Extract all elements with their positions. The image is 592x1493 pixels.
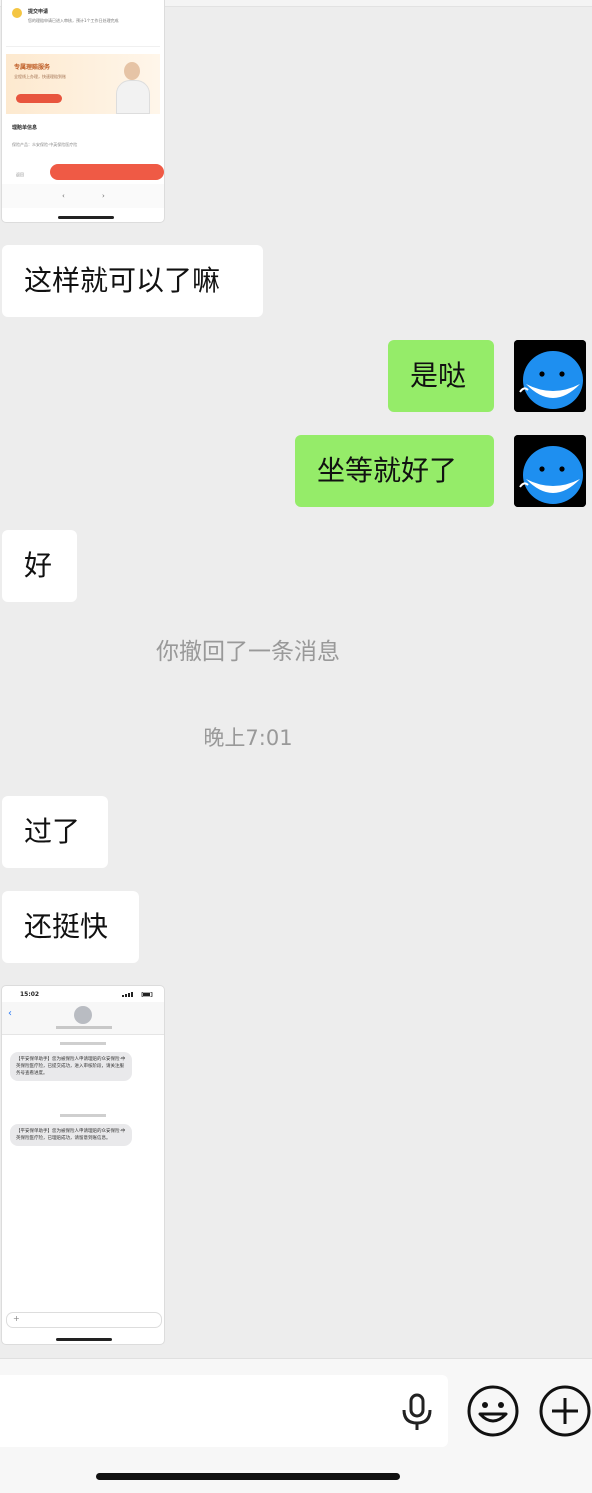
person-illustration-icon bbox=[112, 60, 152, 114]
home-indicator bbox=[96, 1473, 400, 1480]
thumb-sms-input: + bbox=[6, 1312, 162, 1328]
thumb-prev-icon: ‹ bbox=[62, 192, 65, 200]
thumb-submit-button bbox=[50, 164, 164, 180]
contact-avatar-icon bbox=[74, 1006, 92, 1024]
thumb-next-icon: › bbox=[102, 192, 105, 200]
notice-dot-icon bbox=[12, 8, 22, 18]
thumb-banner: 专属理赔服务 全程线上办理，快速理赔到账 bbox=[6, 54, 160, 114]
thumb-sender-number bbox=[56, 1026, 112, 1029]
thumb-home-indicator bbox=[56, 1338, 112, 1341]
thumb-card-text: 您的理赔申请已进入审核，预计1个工作日处理完成 bbox=[28, 18, 119, 23]
thumb-banner-button bbox=[16, 94, 62, 103]
message-bubble-other[interactable]: 过了 bbox=[2, 796, 108, 868]
message-bubble-other[interactable]: 好 bbox=[2, 530, 77, 602]
thumb-sms-message: 【平安保单助手】您为被保险人申请理赔的众安保险·中英保险医疗险，已理赔成功，请留… bbox=[10, 1124, 132, 1146]
chat-input-bar bbox=[0, 1358, 592, 1493]
message-bubble-self[interactable]: 是哒 bbox=[388, 340, 494, 412]
thumb-card-title: 提交申请 bbox=[28, 9, 49, 15]
thumb-status-bar: 15:02 bbox=[2, 986, 164, 1002]
thumb-left-label: 返回 bbox=[16, 172, 24, 177]
signal-battery-icon bbox=[122, 992, 153, 997]
thumb-sms-header: ‹ bbox=[2, 1002, 164, 1035]
whale-avatar-icon[interactable] bbox=[514, 435, 586, 507]
thumb-status-time: 15:02 bbox=[20, 991, 40, 998]
add-icon[interactable] bbox=[538, 1384, 592, 1438]
thumb-notice-card: 提交申请 您的理赔申请已进入审核，预计1个工作日处理完成 bbox=[6, 2, 160, 47]
thumb-date-divider bbox=[60, 1114, 106, 1117]
message-bubble-other[interactable]: 还挺快 bbox=[2, 891, 139, 963]
image-message-sms-screenshot[interactable]: 15:02 ‹ 【平安保单助手】您为被保险人申请理赔的众安保险·中英保险医疗险，… bbox=[2, 986, 164, 1344]
voice-icon[interactable] bbox=[400, 1393, 434, 1431]
thumb-home-indicator bbox=[58, 216, 114, 219]
thumb-date-divider bbox=[60, 1042, 106, 1045]
chat-timestamp: 晚上7:01 bbox=[203, 726, 293, 750]
message-input[interactable] bbox=[0, 1375, 448, 1447]
thumb-back-icon: ‹ bbox=[8, 1008, 12, 1019]
thumb-banner-text: 全程线上办理，快速理赔到账 bbox=[14, 74, 66, 79]
image-message-claim-page[interactable]: 提交申请 您的理赔申请已进入审核，预计1个工作日处理完成 专属理赔服务 全程线上… bbox=[2, 0, 164, 222]
message-bubble-other[interactable]: 这样就可以了嘛 bbox=[2, 245, 263, 317]
thumb-plus-icon: + bbox=[13, 1314, 20, 1323]
thumb-product-line: 保险产品：众安保险·中英保险医疗险 bbox=[12, 142, 78, 147]
thumb-sms-message: 【平安保单助手】您为被保险人申请理赔的众安保险·中英保险医疗险，已提交成功，进入… bbox=[10, 1052, 132, 1081]
emoji-icon[interactable] bbox=[466, 1384, 520, 1438]
thumb-section-title: 理赔单信息 bbox=[12, 125, 38, 131]
thumb-nav-bar: ‹ › bbox=[2, 184, 164, 208]
thumb-banner-title: 专属理赔服务 bbox=[14, 64, 51, 71]
whale-avatar-icon[interactable] bbox=[514, 340, 586, 412]
recall-notice[interactable]: 你撤回了一条消息 bbox=[0, 632, 496, 666]
message-bubble-self[interactable]: 坐等就好了 bbox=[295, 435, 494, 507]
